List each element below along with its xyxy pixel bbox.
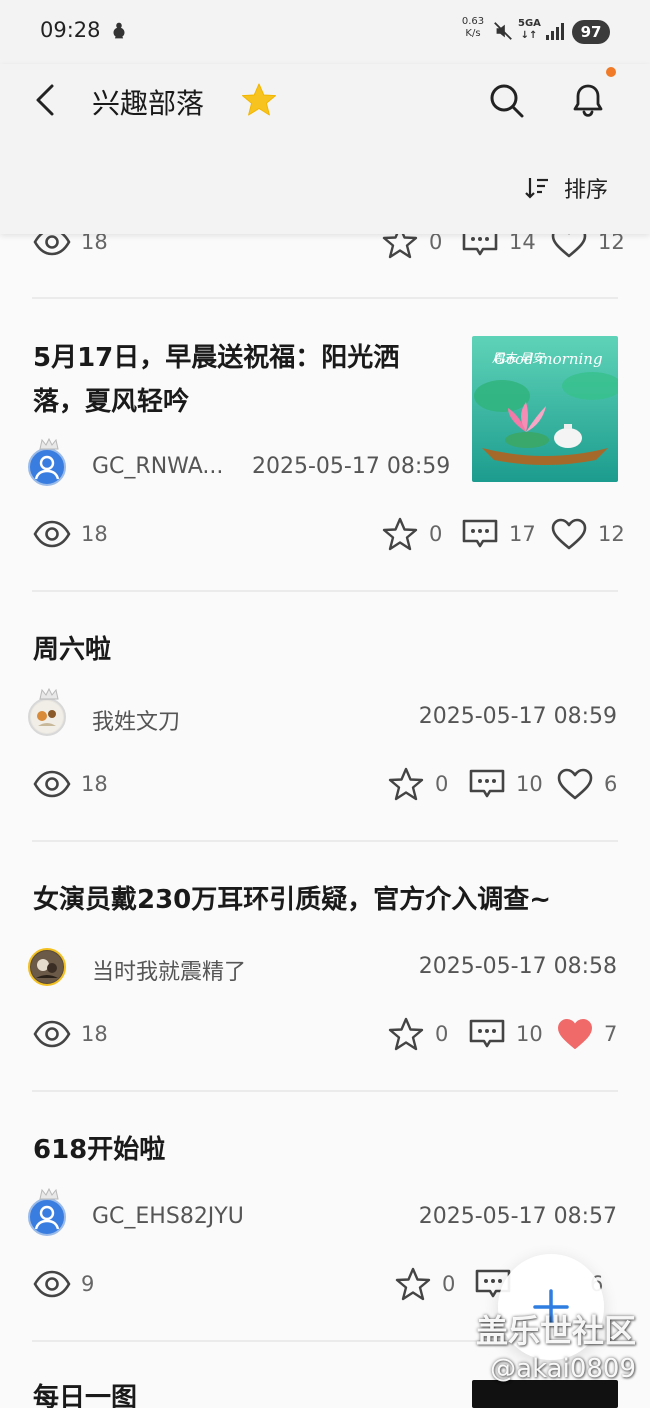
post-time: 2025-05-17 08:57 xyxy=(418,1204,617,1229)
back-button[interactable] xyxy=(30,82,64,118)
favorite-count-value: 0 xyxy=(435,1022,449,1046)
comment-icon xyxy=(468,1017,506,1051)
view-count: 18 xyxy=(33,1016,108,1052)
post-time: 2025-05-17 08:58 xyxy=(418,954,617,979)
like-button[interactable]: 6 xyxy=(556,766,617,802)
author-name[interactable]: 当时我就震精了 xyxy=(92,954,246,986)
like-button-liked[interactable]: 7 xyxy=(556,1016,617,1052)
avatar[interactable] xyxy=(28,948,66,986)
favorite-count-value: 0 xyxy=(442,1272,456,1296)
view-count-value: 18 xyxy=(81,772,108,796)
comment-icon xyxy=(461,517,499,551)
watermark-user: @akai0809 xyxy=(490,1354,636,1384)
sort-icon xyxy=(525,178,548,199)
post-title[interactable]: 女演员戴230万耳环引质疑，官方介入调查~ xyxy=(33,878,551,922)
signal-icon xyxy=(546,23,564,40)
eye-icon xyxy=(33,1017,71,1051)
network-type: 5GA ↓↑ xyxy=(518,18,541,42)
eye-icon xyxy=(33,767,71,801)
partial-row-clip xyxy=(0,234,650,264)
crown-icon xyxy=(39,1188,59,1200)
sort-button[interactable]: 排序 xyxy=(524,170,608,206)
mute-icon xyxy=(494,22,512,40)
view-count: 18 xyxy=(33,766,108,802)
avatar-image xyxy=(31,701,63,733)
favorite-button[interactable]: 0 xyxy=(387,1016,448,1052)
view-count: 18 xyxy=(33,516,108,552)
like-button[interactable]: 12 xyxy=(550,516,625,552)
divider xyxy=(32,840,618,842)
default-user-icon xyxy=(34,1205,60,1230)
comment-count-value: 10 xyxy=(516,772,543,796)
star-outline-icon xyxy=(381,517,419,551)
view-count-value: 18 xyxy=(81,522,108,546)
comment-button[interactable]: 17 xyxy=(461,516,536,552)
comment-button[interactable]: 10 xyxy=(468,766,543,802)
favorite-button[interactable]: 0 xyxy=(394,1266,455,1302)
divider xyxy=(32,1090,618,1092)
search-icon[interactable] xyxy=(486,80,526,120)
avatar[interactable] xyxy=(28,448,66,486)
sort-label: 排序 xyxy=(564,178,609,203)
comment-count-value: 17 xyxy=(509,522,536,546)
post-time: 2025-05-17 08:59 xyxy=(418,704,617,729)
favorite-button[interactable]: 0 xyxy=(387,766,448,802)
avatar[interactable] xyxy=(28,698,66,736)
post-thumbnail[interactable]: 周末·早安 Good morning xyxy=(472,336,618,482)
post-title[interactable]: 5月17日，早晨送祝福：阳光洒落，夏风轻吟 xyxy=(33,336,443,424)
watermark-title: 盖乐世社区 xyxy=(475,1312,636,1350)
status-bar: 09:28 0.63 K/s 5GA ↓↑ 97 xyxy=(0,0,650,64)
comment-button[interactable]: 10 xyxy=(468,1016,543,1052)
network-speed: 0.63 K/s xyxy=(458,16,488,40)
notification-bell-icon[interactable] xyxy=(566,78,610,122)
notification-app-icon xyxy=(113,22,125,39)
heart-icon xyxy=(550,517,588,551)
eye-icon xyxy=(33,1267,71,1301)
post-title[interactable]: 618开始啦 xyxy=(33,1128,165,1172)
network-speed-value: 0.63 xyxy=(461,16,485,27)
heart-icon xyxy=(556,767,594,801)
star-outline-icon xyxy=(387,767,425,801)
divider xyxy=(32,590,618,592)
notification-badge-dot xyxy=(606,67,616,77)
like-count-value: 12 xyxy=(598,522,625,546)
view-count: 9 xyxy=(33,1266,94,1302)
author-name[interactable]: GC_EHS82JYU xyxy=(92,1204,244,1229)
like-count-value: 6 xyxy=(604,772,618,796)
data-arrows-icon: ↓↑ xyxy=(520,30,538,41)
thumbnail-text: Good morning xyxy=(494,350,603,368)
favorite-count-value: 0 xyxy=(435,772,449,796)
network-speed-unit: K/s xyxy=(465,28,481,39)
heart-filled-icon xyxy=(556,1017,594,1051)
like-count-value: 7 xyxy=(604,1022,618,1046)
status-time: 09:28 xyxy=(40,18,101,42)
post-title[interactable]: 周六啦 xyxy=(33,628,111,672)
star-outline-icon xyxy=(387,1017,425,1051)
network-type-label: 5GA xyxy=(518,18,541,29)
favorite-star-icon[interactable] xyxy=(240,82,278,118)
comment-count-value: 10 xyxy=(516,1022,543,1046)
author-name[interactable]: 我姓文刀 xyxy=(92,704,180,736)
divider xyxy=(32,297,618,299)
favorite-count-value: 0 xyxy=(429,522,443,546)
author-name[interactable]: GC_RNWA... xyxy=(92,454,223,479)
star-outline-icon xyxy=(394,1267,432,1301)
avatar-image xyxy=(31,951,63,983)
crown-icon xyxy=(39,688,59,700)
page-title-overlay: 兴趣部落 xyxy=(92,87,205,120)
post-time: 2025-05-17 08:59 xyxy=(252,454,451,479)
view-count-value: 18 xyxy=(81,1022,108,1046)
view-count-value: 9 xyxy=(81,1272,95,1296)
post-thumbnail[interactable] xyxy=(472,1380,618,1408)
eye-icon xyxy=(33,517,71,551)
favorite-button[interactable]: 0 xyxy=(381,516,442,552)
post-title[interactable]: 每日一图 xyxy=(33,1376,137,1408)
lotus-image: 周末·早安 Good morning xyxy=(472,336,618,482)
default-user-icon xyxy=(34,455,60,480)
avatar[interactable] xyxy=(28,1198,66,1236)
comment-icon xyxy=(468,767,506,801)
battery-indicator: 97 xyxy=(572,20,610,44)
crown-icon xyxy=(39,438,59,450)
